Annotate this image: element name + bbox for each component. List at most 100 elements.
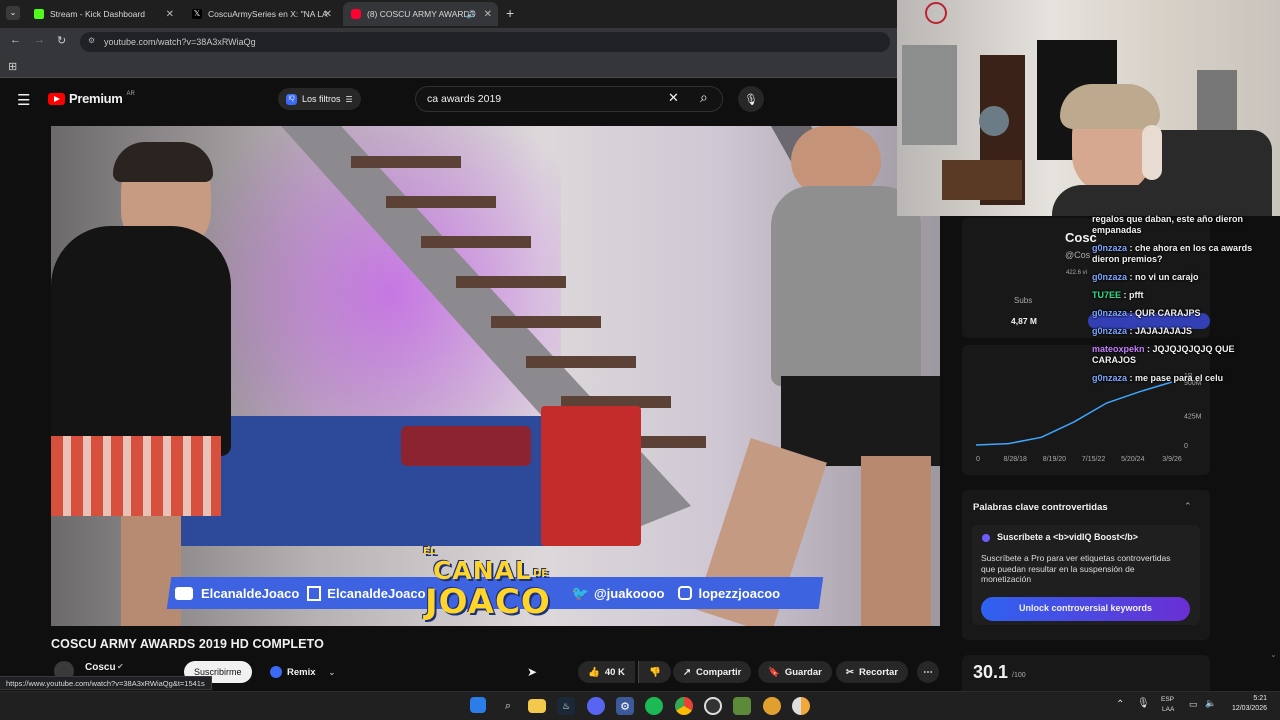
youtube-play-icon	[48, 92, 65, 105]
remix-button[interactable]: Remix ⌄	[264, 661, 341, 683]
volume-icon[interactable]: 🔈	[1205, 698, 1216, 709]
start-icon[interactable]	[470, 697, 486, 713]
search-value: ca awards 2019	[427, 93, 502, 105]
promo-body: Suscríbete a Pro para ver etiquetas cont…	[981, 553, 1171, 584]
chat-text: JAJAJAJAJS	[1135, 326, 1193, 336]
tray-chevron-icon[interactable]: ⌃	[1116, 699, 1124, 710]
chat-separator: :	[1127, 373, 1136, 383]
promo-card: Suscríbete a <b>vidIQ Boost</b> Suscríbe…	[972, 525, 1200, 625]
dislike-button[interactable]: 👎	[638, 661, 671, 683]
chat-message: g0nzaza : no vi un carajo	[1092, 272, 1278, 283]
country-code: AR	[126, 90, 135, 97]
spotify-icon[interactable]	[645, 697, 663, 715]
search-input[interactable]: ca awards 2019 ✕ ⌕	[415, 86, 723, 112]
webcam-window	[902, 45, 957, 145]
clock-time[interactable]: 5:21	[1225, 695, 1267, 702]
x-tick-label: 0	[976, 456, 980, 463]
filters-button[interactable]: IQ Los filtros ☰	[278, 88, 361, 110]
share-icon: ↗	[683, 666, 691, 678]
microphone-tray-icon[interactable]: 🎙	[1137, 698, 1150, 709]
unlock-keywords-button[interactable]: Unlock controversial keywords	[981, 597, 1190, 621]
vidiq-dot-icon	[982, 534, 990, 542]
chrome-canary-icon[interactable]	[792, 697, 810, 715]
webcam-fan	[979, 106, 1009, 136]
instagram-icon	[678, 586, 693, 600]
close-tab-icon[interactable]: ✕	[484, 9, 492, 20]
youtube-premium-logo[interactable]: Premium AR	[48, 91, 135, 106]
tab-label: CoscuArmySeries en X: "NA LA	[208, 9, 328, 19]
vidiq-icon	[270, 666, 282, 678]
chat-message: regalos que daban, este año dieron empan…	[1092, 214, 1278, 236]
back-icon[interactable]: ←	[10, 34, 21, 46]
file-explorer-icon[interactable]	[528, 699, 546, 713]
tab-label: (8) COSCU ARMY AWARDS	[367, 9, 476, 19]
chat-separator: :	[1144, 344, 1153, 354]
growth-line	[975, 381, 1173, 446]
like-button[interactable]: 👍 40 K	[578, 661, 635, 683]
obs-icon[interactable]	[704, 697, 722, 715]
views-partial: 422.6 vi	[1066, 270, 1088, 276]
search-icon[interactable]: ⌕	[499, 697, 517, 715]
url-text: youtube.com/watch?v=38A3xRWiaQg	[104, 37, 256, 47]
clip-button[interactable]: ✂ Recortar	[836, 661, 909, 683]
minecraft-icon[interactable]	[733, 697, 751, 715]
controversial-keywords-panel: Palabras clave controvertidas ⌃ Suscríbe…	[962, 490, 1210, 640]
channel-handle-partial: @Cos	[1065, 250, 1091, 260]
clear-search-icon[interactable]: ✕	[668, 90, 679, 106]
address-bar: ← → ↻ ⚙ youtube.com/watch?v=38A3xRWiaQg	[0, 28, 897, 56]
new-tab-button[interactable]: +	[506, 5, 514, 21]
tab-kick-dashboard[interactable]: Stream - Kick Dashboard ✕	[26, 2, 180, 26]
person-left	[51, 142, 241, 626]
wall-sign-icon	[925, 2, 947, 24]
logo-text: Premium	[69, 91, 123, 106]
url-field[interactable]: ⚙ youtube.com/watch?v=38A3xRWiaQg	[80, 32, 890, 52]
promo-title: Suscríbete a <b>vidIQ Boost</b>	[997, 532, 1139, 542]
save-button[interactable]: 🔖 Guardar	[758, 661, 832, 683]
subs-value: 4,87 M	[1011, 316, 1037, 326]
reload-icon[interactable]: ↻	[57, 34, 66, 47]
streamer-hair	[1060, 84, 1160, 129]
menu-icon[interactable]: ☰	[17, 91, 30, 109]
video-player[interactable]: ElcanaldeJoaco ElcanaldeJoaco 🐦 @juakooo…	[51, 126, 940, 626]
chat-username: g0nzaza	[1092, 308, 1128, 318]
more-actions-button[interactable]: ⋯	[917, 661, 939, 683]
share-button[interactable]: ↗ Compartir	[673, 661, 752, 683]
chat-username: g0nzaza	[1092, 373, 1128, 383]
site-info-icon[interactable]: ⚙	[88, 36, 95, 45]
youtube-header: ☰ Premium AR IQ Los filtros ☰ ca awards …	[0, 79, 945, 123]
voice-search-button[interactable]: 🎙	[738, 86, 764, 112]
settings-icon[interactable]: ⚙	[616, 697, 634, 715]
chat-message: g0nzaza : JAJAJAJAJS	[1092, 326, 1278, 337]
thumbs-up-icon: 👍	[588, 666, 600, 678]
apps-grid-icon[interactable]: ⊞	[8, 60, 17, 73]
network-icon[interactable]: ▭	[1189, 699, 1198, 710]
clock-date: 12/03/2026	[1231, 705, 1267, 712]
tab-x-coscuarmy[interactable]: 𝕏 CoscuArmySeries en X: "NA LA ✕	[184, 2, 338, 26]
steam-icon[interactable]: ♨	[557, 697, 575, 715]
twitter-icon: 🐦	[571, 584, 589, 601]
bookmarks-bar: ⊞	[0, 56, 897, 78]
close-tab-icon[interactable]: ✕	[166, 9, 174, 20]
twitch-icon	[307, 585, 322, 601]
chat-message: g0nzaza : che ahora en los ca awards die…	[1092, 243, 1278, 265]
windows-taskbar: ⌕ ♨ ⚙ ⌃ 🎙 ESP LAA ▭ 🔈 5:21 12/03/2026	[0, 691, 1280, 720]
webcam-table	[942, 160, 1022, 200]
chat-text: no vi un carajo	[1135, 272, 1199, 282]
app-icon[interactable]	[763, 697, 781, 715]
browser-tab-strip: ⌄ Stream - Kick Dashboard ✕ 𝕏 CoscuArmyS…	[0, 0, 897, 28]
tab-list-chevron-icon[interactable]: ⌄	[6, 6, 20, 20]
close-tab-icon[interactable]: ✕	[324, 9, 332, 20]
collapse-icon[interactable]: ⌃	[1184, 501, 1192, 512]
search-icon[interactable]: ⌕	[700, 89, 708, 106]
share-label: Compartir	[695, 666, 742, 678]
sidebar-scrollbar[interactable]: ⌄	[1270, 650, 1277, 662]
cursor-icon: ➤	[527, 665, 538, 679]
tab-youtube-awards[interactable]: (8) COSCU ARMY AWARDS 🔊 ✕	[343, 2, 498, 26]
more-icon: ⋯	[923, 666, 933, 678]
channel-name[interactable]: Coscu	[85, 662, 116, 673]
language-indicator[interactable]: ESP	[1161, 696, 1174, 703]
chrome-icon[interactable]	[675, 697, 693, 715]
speaker-icon[interactable]: 🔊	[466, 10, 476, 19]
discord-icon[interactable]	[587, 697, 605, 715]
forward-icon[interactable]: →	[34, 34, 45, 46]
